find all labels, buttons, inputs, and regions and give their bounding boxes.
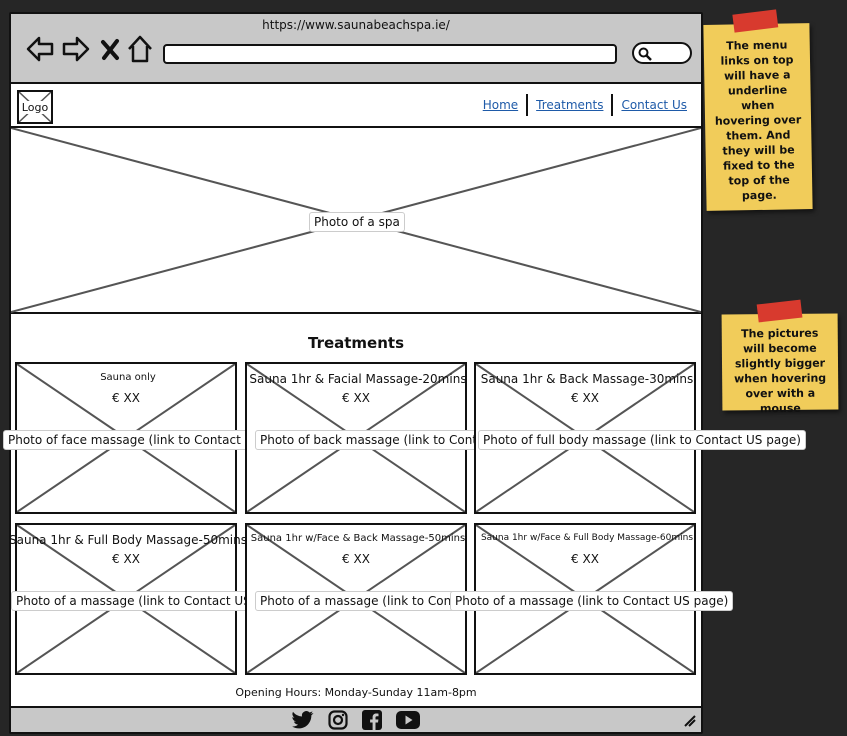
menu-item-treatments[interactable]: Treatments bbox=[528, 98, 611, 112]
note-text: The pictures will become slightly bigger… bbox=[734, 326, 827, 416]
tape bbox=[732, 9, 779, 33]
treatment-card[interactable]: Sauna 1hr & Back Massage-30mins € XX Pho… bbox=[474, 362, 806, 514]
facebook-icon[interactable] bbox=[362, 710, 382, 730]
home-icon[interactable] bbox=[125, 34, 155, 64]
tape bbox=[756, 299, 803, 323]
treatment-card[interactable]: Sauna 1hr & Facial Massage-20mins € XX P… bbox=[245, 362, 560, 514]
treatment-card[interactable]: Sauna only € XX Photo of face massage (l… bbox=[3, 362, 305, 514]
close-icon[interactable] bbox=[99, 34, 121, 64]
treatment-price: € XX bbox=[571, 391, 599, 405]
menu-item-contact-us[interactable]: Contact Us bbox=[613, 98, 695, 112]
treatments-title: Treatments bbox=[307, 334, 405, 352]
treatment-price: € XX bbox=[112, 391, 140, 405]
logo[interactable]: Logo bbox=[17, 90, 53, 124]
twitter-icon[interactable] bbox=[292, 710, 314, 730]
instagram-icon[interactable] bbox=[328, 710, 348, 730]
treatment-price: € XX bbox=[342, 391, 370, 405]
youtube-icon[interactable] bbox=[396, 711, 420, 729]
search-icon bbox=[638, 47, 652, 61]
treatment-price: € XX bbox=[571, 552, 599, 566]
browser-window: https://www.saunabeachspa.ie/ Logo Home … bbox=[3, 12, 806, 734]
treatment-title: Sauna 1hr w/Face & Back Massage-50mins bbox=[250, 533, 466, 544]
main-menu: Home Treatments Contact Us bbox=[475, 94, 695, 116]
sticky-note: The pictures will become slightly bigger… bbox=[721, 299, 839, 415]
back-arrow-icon[interactable] bbox=[25, 34, 55, 64]
note-text: The menu links on top will have a underl… bbox=[714, 38, 802, 203]
forward-arrow-icon[interactable] bbox=[61, 34, 91, 64]
treatment-title: Sauna 1hr & Back Massage-30mins bbox=[480, 372, 694, 386]
treatment-card[interactable]: Sauna 1hr w/Face & Back Massage-50mins €… bbox=[245, 523, 539, 675]
address-bar[interactable] bbox=[163, 44, 617, 64]
hero-placeholder-label: Photo of a spa bbox=[309, 212, 405, 232]
treatment-title: Sauna 1hr w/Face & Full Body Massage-60m… bbox=[480, 533, 694, 543]
logo-label: Logo bbox=[20, 100, 50, 114]
menu-item-home[interactable]: Home bbox=[475, 98, 526, 112]
treatment-title: Sauna 1hr & Facial Massage-20mins bbox=[249, 372, 467, 386]
sticky-note: The menu links on top will have a underl… bbox=[703, 9, 813, 211]
site-header: Logo Home Treatments Contact Us bbox=[11, 84, 701, 128]
treatment-card[interactable]: Sauna 1hr w/Face & Full Body Massage-60m… bbox=[450, 523, 734, 675]
treatment-price: € XX bbox=[342, 552, 370, 566]
treatment-title: Sauna only bbox=[100, 372, 156, 383]
search-input[interactable] bbox=[632, 42, 692, 64]
treatment-card[interactable]: Sauna 1hr & Full Body Massage-50mins € X… bbox=[9, 523, 295, 675]
site-footer bbox=[11, 706, 701, 732]
treatment-photo-link[interactable]: Photo of full body massage (link to Cont… bbox=[478, 430, 806, 450]
treatment-title: Sauna 1hr & Full Body Massage-50mins bbox=[9, 533, 247, 547]
opening-hours: Opening Hours: Monday-Sunday 11am-8pm bbox=[235, 686, 477, 699]
browser-chrome: https://www.saunabeachspa.ie/ bbox=[11, 14, 701, 84]
hero-image: Photo of a spa bbox=[11, 128, 701, 314]
resize-grip-icon[interactable] bbox=[683, 714, 697, 728]
treatment-price: € XX bbox=[112, 552, 140, 566]
treatment-photo-link[interactable]: Photo of a massage (link to Contact US p… bbox=[450, 591, 734, 611]
url-text: https://www.saunabeachspa.ie/ bbox=[262, 18, 450, 32]
